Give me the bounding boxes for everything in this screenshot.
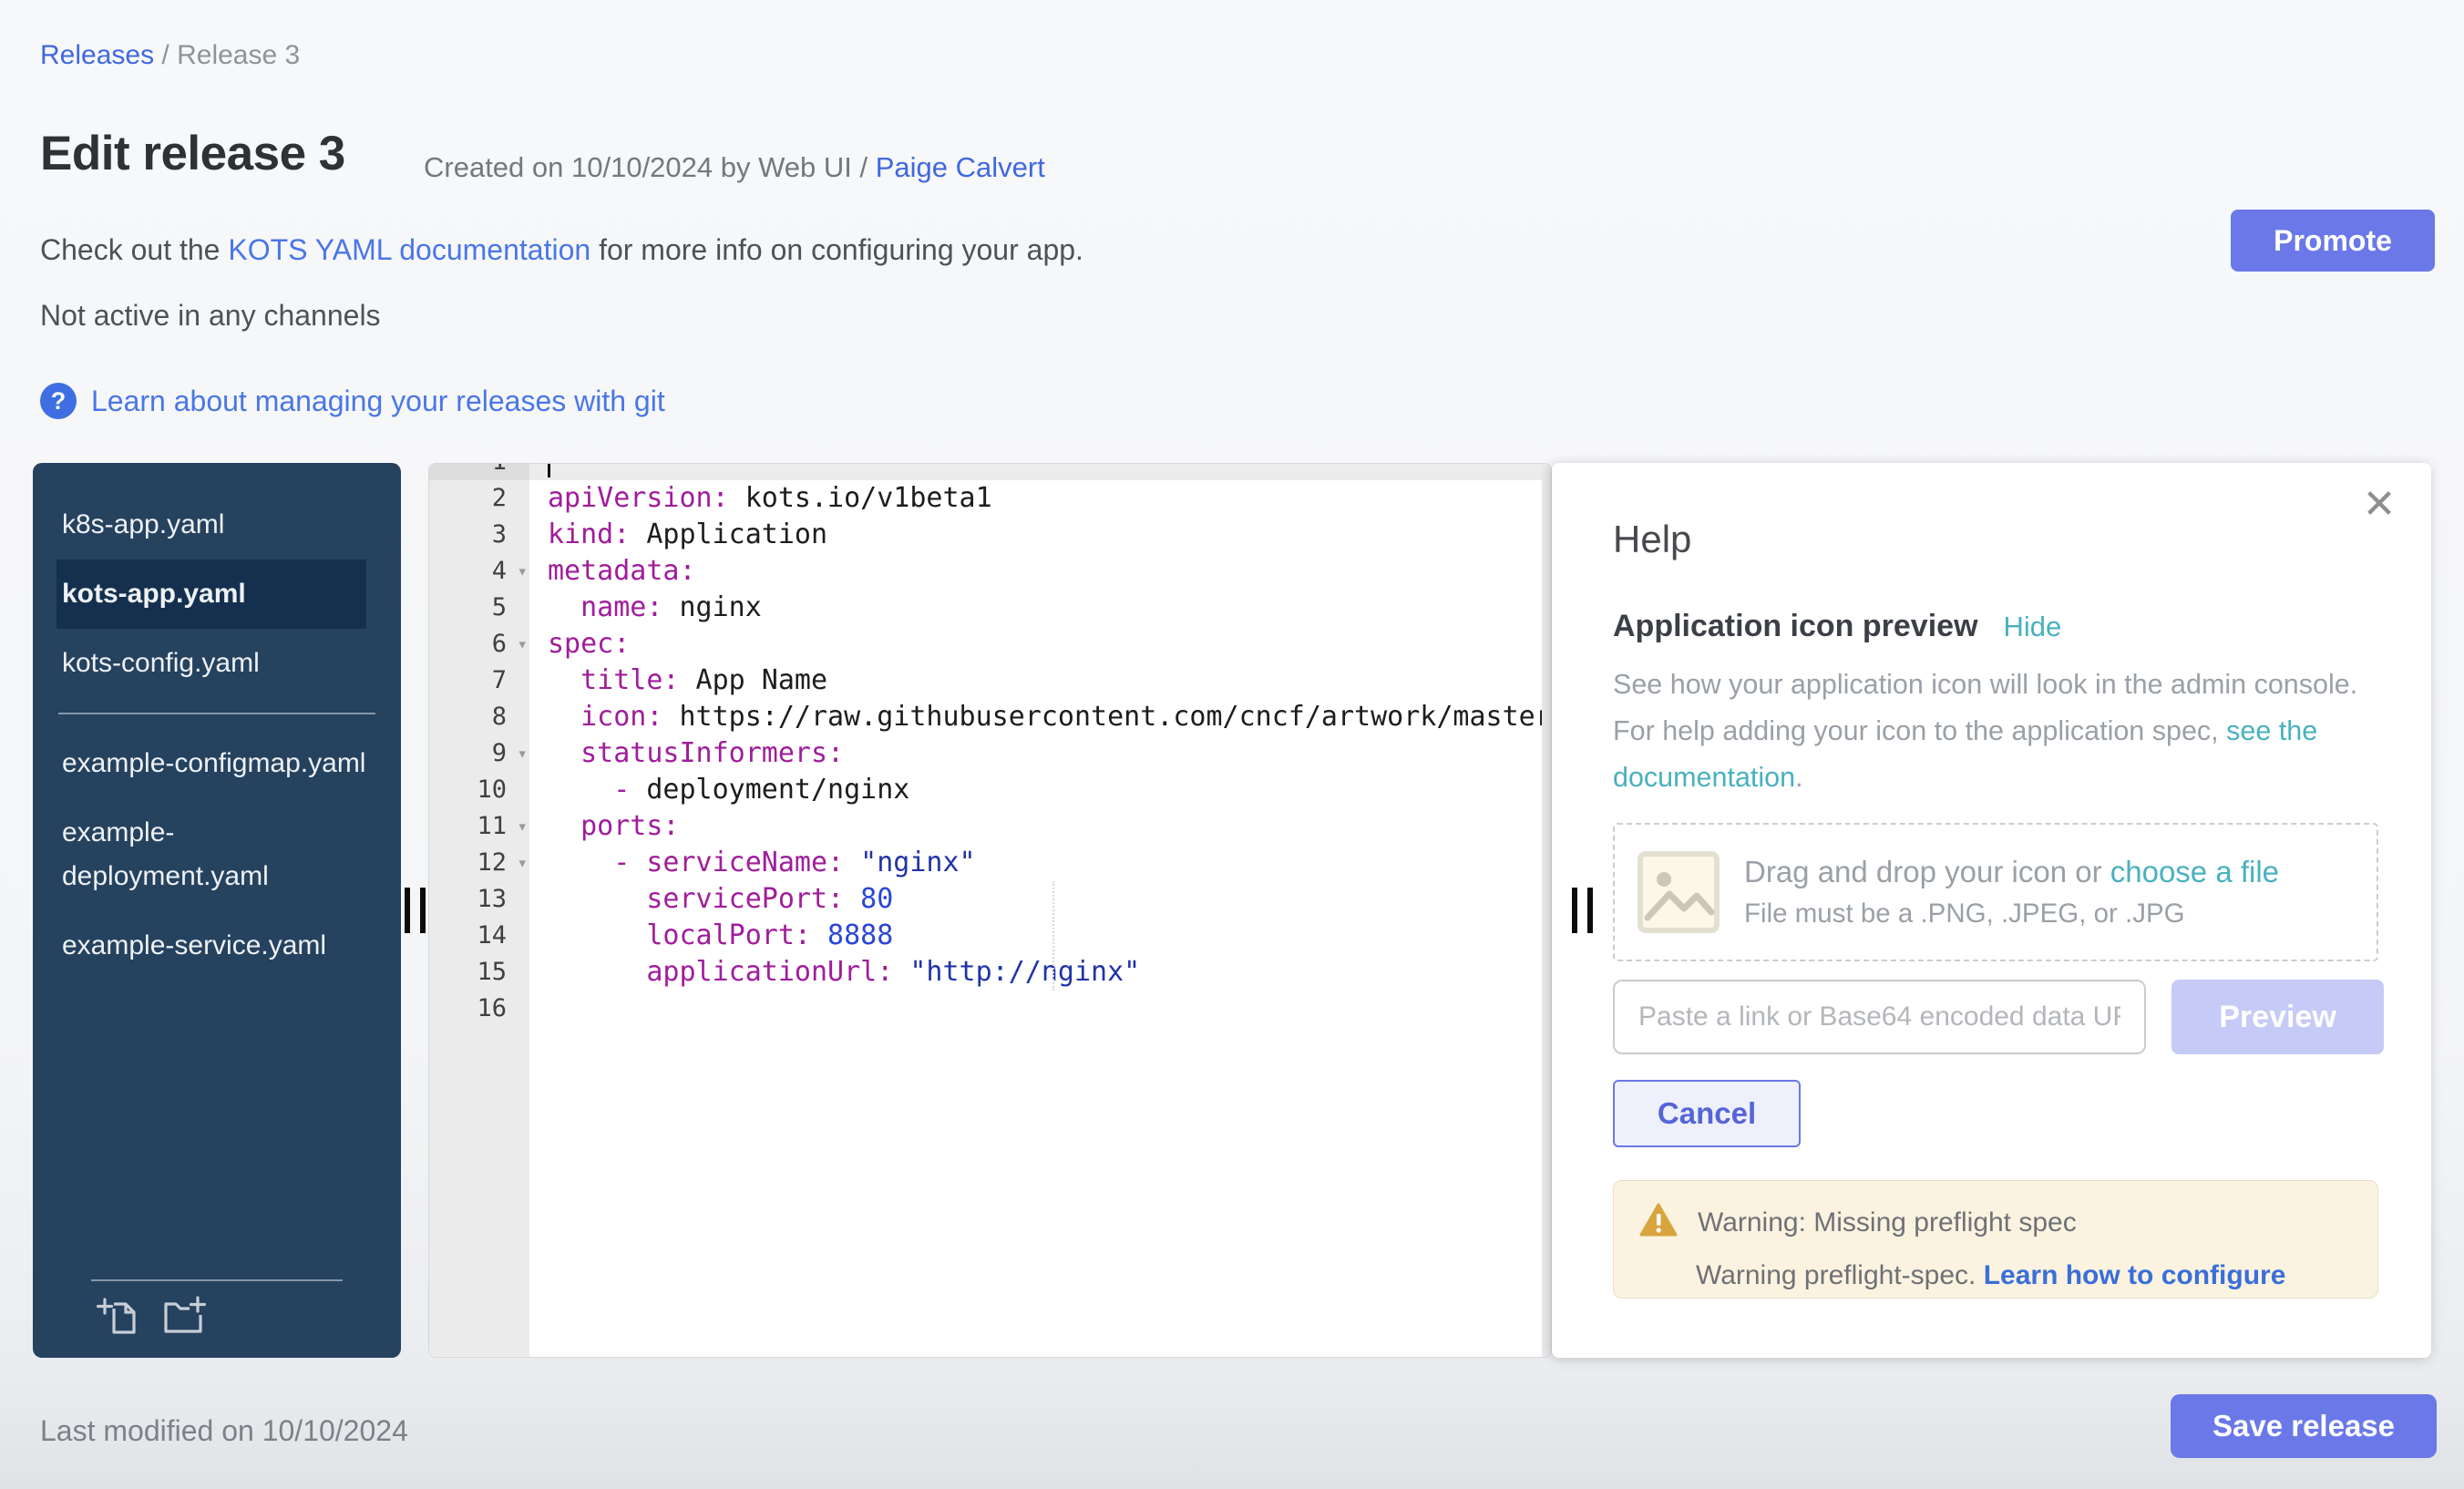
new-file-icon[interactable] [97, 1296, 140, 1340]
docs-note-suffix: for more info on configuring your app. [590, 233, 1083, 266]
code-line-2: 2apiVersion: kots.io/v1beta1 [429, 480, 1551, 517]
hide-link[interactable]: Hide [2004, 611, 2062, 643]
fold-toggle-icon[interactable]: ▾ [518, 845, 528, 881]
promote-button[interactable]: Promote [2231, 210, 2435, 272]
page-title: Edit release 3 [40, 126, 345, 181]
git-help-label: Learn about managing your releases with … [91, 385, 665, 418]
fold-toggle-icon[interactable]: ▾ [518, 735, 528, 772]
editor-lines: 1---2apiVersion: kots.io/v1beta13kind: A… [429, 463, 1551, 1027]
code-line-11: 11▾ ports: [429, 808, 1551, 845]
breadcrumb-releases-link[interactable]: Releases [40, 40, 154, 70]
code-line-1: 1--- [429, 463, 1551, 480]
editor-scrollbar[interactable] [1542, 464, 1551, 1357]
code-line-13: 13 servicePort: 80 [429, 881, 1551, 918]
description-period: . [1795, 762, 1802, 793]
breadcrumb: Releases / Release 3 [40, 40, 300, 71]
fold-toggle-icon[interactable]: ▾ [518, 626, 528, 662]
help-title: Help [1613, 518, 1691, 561]
file-item-kots-app.yaml[interactable]: kots-app.yaml [56, 560, 366, 629]
code-line-7: 7 title: App Name [429, 662, 1551, 699]
yaml-editor[interactable]: 1---2apiVersion: kots.io/v1beta13kind: A… [428, 463, 1552, 1358]
learn-how-to-configure-link[interactable]: Learn how to configure [1984, 1260, 2286, 1290]
created-text: Created on 10/10/2024 by Web UI / [424, 151, 876, 183]
file-item-example-service.yaml[interactable]: example-service.yaml [56, 911, 366, 981]
icon-url-input[interactable] [1613, 980, 2146, 1054]
indent-guide [1052, 881, 1054, 991]
release-created-meta: Created on 10/10/2024 by Web UI / Paige … [424, 151, 1045, 184]
dropzone-file-types: File must be a .PNG, .JPEG, or .JPG [1744, 899, 2279, 929]
new-folder-icon[interactable] [162, 1296, 206, 1340]
section-title: Application icon preview [1613, 609, 1978, 644]
fold-toggle-icon[interactable]: ▾ [518, 808, 528, 845]
code-line-5: 5 name: nginx [429, 590, 1551, 626]
file-item-k8s-app.yaml[interactable]: k8s-app.yaml [56, 490, 366, 560]
icon-url-row: Preview [1613, 980, 2384, 1054]
docs-note: Check out the KOTS YAML documentation fo… [40, 233, 1083, 267]
warning-icon [1639, 1203, 1678, 1242]
fold-toggle-icon[interactable]: ▾ [518, 553, 528, 590]
code-line-15: 15 applicationUrl: "http://nginx" [429, 954, 1551, 991]
code-line-9: 9▾ statusInformers: [429, 735, 1551, 772]
preflight-warning: Warning: Missing preflight spec Warning … [1613, 1180, 2378, 1299]
code-line-14: 14 localPort: 8888 [429, 918, 1551, 954]
last-modified: Last modified on 10/10/2024 [40, 1414, 408, 1448]
file-item-kots-config.yaml[interactable]: kots-config.yaml [56, 629, 366, 698]
code-line-10: 10 - deployment/nginx [429, 772, 1551, 808]
created-by-link[interactable]: Paige Calvert [876, 151, 1045, 183]
file-list-top: k8s-app.yamlkots-app.yamlkots-config.yam… [33, 463, 401, 698]
warning-detail-text: Warning preflight-spec. [1696, 1260, 1984, 1290]
dropzone-text: Drag and drop your icon or choose a file… [1744, 855, 2279, 929]
file-list-divider [58, 713, 375, 714]
code-line-16: 16 [429, 991, 1551, 1027]
pane-resize-handle-left[interactable] [405, 888, 426, 933]
code-line-3: 3kind: Application [429, 517, 1551, 553]
breadcrumb-current: Release 3 [177, 40, 300, 70]
warning-detail: Warning preflight-spec. Learn how to con… [1696, 1260, 2352, 1291]
breadcrumb-separator: / [161, 40, 177, 70]
warning-title: Warning: Missing preflight spec [1698, 1207, 2077, 1238]
icon-preview-section-header: Application icon preview Hide [1613, 609, 2061, 644]
icon-preview-description: See how your application icon will look … [1613, 662, 2386, 801]
sidebar-bottom-divider [91, 1279, 343, 1281]
file-list-bottom: example-configmap.yamlexample-deployment… [33, 729, 401, 981]
channel-status: Not active in any channels [40, 299, 381, 333]
choose-a-file-link[interactable]: choose a file [2110, 855, 2279, 888]
file-item-example-configmap.yaml[interactable]: example-configmap.yaml [56, 729, 366, 798]
code-line-12: 12▾ - serviceName: "nginx" [429, 845, 1551, 881]
help-panel: ✕ Help Application icon preview Hide See… [1552, 463, 2431, 1358]
question-icon: ? [40, 383, 77, 419]
code-line-4: 4▾metadata: [429, 553, 1551, 590]
sidebar-actions [97, 1296, 206, 1340]
docs-note-prefix: Check out the [40, 233, 228, 266]
dropzone-line1-text: Drag and drop your icon or [1744, 855, 2110, 888]
file-item-example-deployment.yaml[interactable]: example-deployment.yaml [56, 798, 366, 911]
preview-button[interactable]: Preview [2171, 980, 2384, 1054]
git-help-link[interactable]: ? Learn about managing your releases wit… [40, 383, 665, 419]
edit-release-page: Releases / Release 3 Edit release 3 Crea… [0, 0, 2464, 1489]
file-tree-sidebar: k8s-app.yamlkots-app.yamlkots-config.yam… [33, 463, 401, 1358]
cancel-button[interactable]: Cancel [1613, 1080, 1801, 1147]
kots-yaml-docs-link[interactable]: KOTS YAML documentation [228, 233, 590, 266]
code-line-8: 8 icon: https://raw.githubusercontent.co… [429, 699, 1551, 735]
close-icon[interactable]: ✕ [2358, 483, 2400, 525]
save-release-button[interactable]: Save release [2171, 1394, 2437, 1458]
code-line-6: 6▾spec: [429, 626, 1551, 662]
image-placeholder-icon [1637, 850, 1720, 934]
pane-resize-handle-right[interactable] [1572, 888, 1593, 933]
icon-dropzone[interactable]: Drag and drop your icon or choose a file… [1613, 823, 2378, 961]
